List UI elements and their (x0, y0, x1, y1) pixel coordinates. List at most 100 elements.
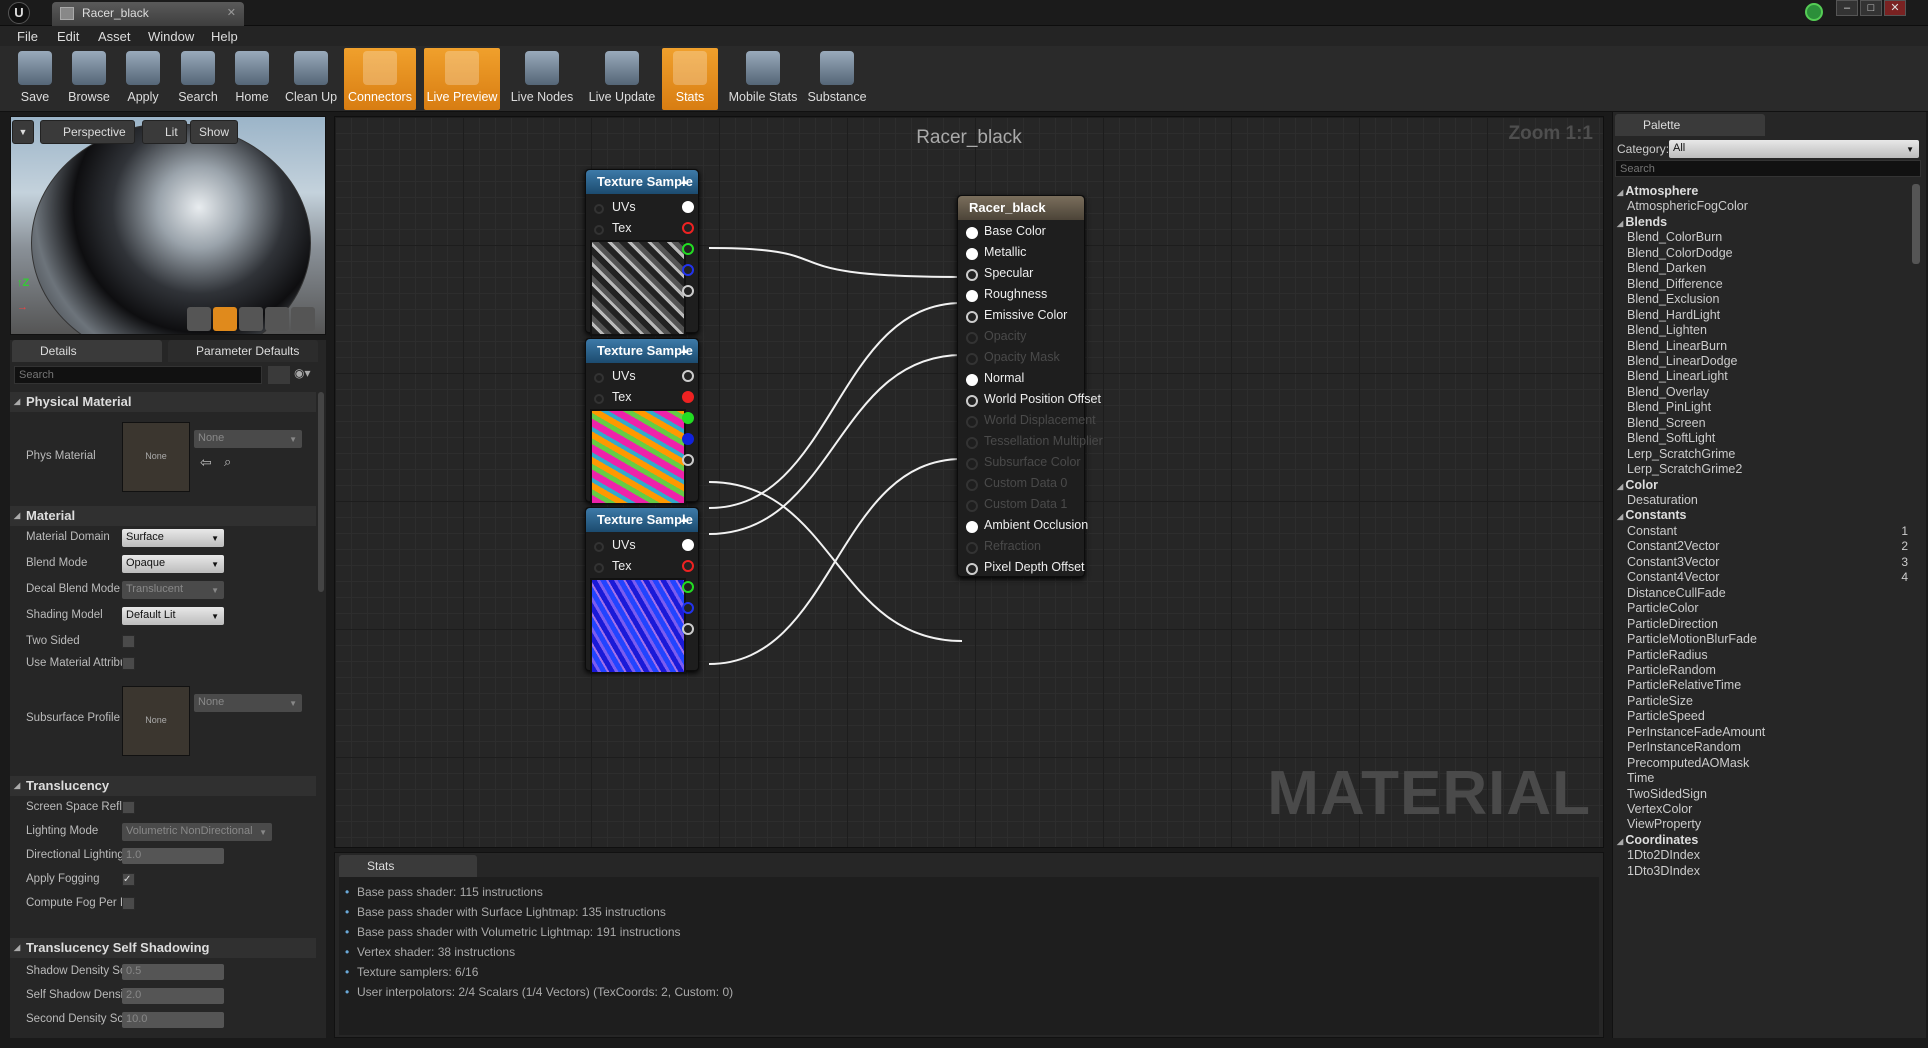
collapse-icon[interactable]: ▲ (679, 170, 689, 194)
palette-item[interactable]: Constant3Vector (1627, 555, 1719, 569)
property-combo[interactable]: Surface (122, 529, 224, 547)
property-checkbox[interactable] (122, 801, 135, 814)
palette-item[interactable]: Blend_Difference (1627, 277, 1723, 291)
numeric-input[interactable]: 10.0 (122, 1012, 224, 1028)
details-scrollbar[interactable] (318, 392, 324, 592)
palette-item[interactable]: Constant (1627, 524, 1677, 538)
tab-palette[interactable]: Palette (1615, 114, 1765, 136)
palette-item[interactable]: Blend_LinearLight (1627, 369, 1728, 383)
collapse-icon[interactable]: ▲ (679, 508, 689, 532)
browse-magnifier-icon[interactable]: ⌕ (224, 454, 231, 470)
toolbar-home-button[interactable]: Home (228, 48, 276, 110)
toolbar-mobile-stats-button[interactable]: Mobile Stats (724, 48, 802, 110)
palette-item[interactable]: ParticleRelativeTime (1627, 678, 1741, 692)
result-node-header[interactable]: Racer_black (958, 196, 1084, 220)
uvs-input-pin[interactable] (594, 204, 604, 214)
output-pin-b[interactable] (682, 433, 694, 445)
node-header[interactable]: Texture Sample ▲ (586, 339, 698, 363)
section-physical-material[interactable]: Physical Material (10, 392, 316, 412)
palette-item[interactable]: Constant2Vector (1627, 539, 1719, 553)
output-pin-rgb[interactable] (682, 201, 694, 213)
viewport-menu-button[interactable]: ▼ (12, 120, 34, 144)
section-translucency[interactable]: Translucency (10, 776, 316, 796)
output-pin-r[interactable] (682, 560, 694, 572)
result-input-pin[interactable] (966, 395, 978, 407)
palette-item[interactable]: Lerp_ScratchGrime (1627, 447, 1735, 461)
wire-ambient-occlusion[interactable] (708, 481, 963, 642)
collapse-icon[interactable]: ▲ (679, 339, 689, 363)
palette-category[interactable]: Blends (1617, 215, 1667, 229)
palette-item[interactable]: Blend_LinearDodge (1627, 354, 1738, 368)
toolbar-save-button[interactable]: Save (12, 48, 58, 110)
property-checkbox[interactable] (122, 897, 135, 910)
output-pin-g[interactable] (682, 412, 694, 424)
texture-sample-node[interactable]: Texture Sample ▲ UVs Tex (585, 338, 699, 505)
maximize-button[interactable]: □ (1860, 0, 1882, 16)
palette-category[interactable]: Atmosphere (1617, 184, 1698, 198)
palette-item[interactable]: ParticleRandom (1627, 663, 1716, 677)
palette-item[interactable]: VertexColor (1627, 802, 1692, 816)
toolbar-connectors-button[interactable]: Connectors (344, 48, 416, 110)
palette-item[interactable]: Blend_Darken (1627, 261, 1706, 275)
property-matrix-button[interactable] (268, 366, 290, 384)
texture-sample-node[interactable]: Texture Sample ▲ UVs Tex (585, 507, 699, 674)
wire-roughness[interactable] (708, 354, 963, 535)
palette-item[interactable]: PrecomputedAOMask (1627, 756, 1749, 770)
output-pin-g[interactable] (682, 581, 694, 593)
minimize-button[interactable]: – (1836, 0, 1858, 16)
material-graph[interactable]: Racer_black Zoom 1:1 MATERIAL Texture Sa… (334, 116, 1604, 848)
close-tab-icon[interactable]: ✕ (227, 6, 236, 19)
output-pin-rgb[interactable] (682, 370, 694, 382)
property-checkbox[interactable] (122, 635, 135, 648)
menu-file[interactable]: File (17, 29, 38, 44)
show-button[interactable]: Show (190, 120, 239, 144)
output-pin-a[interactable] (682, 623, 694, 635)
property-checkbox[interactable]: ✓ (122, 873, 135, 886)
output-pin-b[interactable] (682, 264, 694, 276)
palette-item[interactable]: Blend_PinLight (1627, 400, 1711, 414)
palette-item[interactable]: Blend_Screen (1627, 416, 1706, 430)
menu-asset[interactable]: Asset (98, 29, 131, 44)
subsurface-profile-combo[interactable]: None (194, 694, 302, 712)
palette-category[interactable]: Coordinates (1617, 833, 1698, 847)
palette-item[interactable]: ParticleRadius (1627, 648, 1708, 662)
phys-material-thumbnail[interactable]: None (122, 422, 190, 492)
toolbar-live-update-button[interactable]: Live Update (584, 48, 660, 110)
close-window-button[interactable]: ✕ (1884, 0, 1906, 16)
palette-item[interactable]: 1Dto3DIndex (1627, 864, 1700, 878)
result-input-pin[interactable] (966, 311, 978, 323)
tex-input-pin[interactable] (594, 394, 604, 404)
output-pin-r[interactable] (682, 222, 694, 234)
view-options-eye-icon[interactable]: ◉▾ (294, 366, 318, 384)
tab-parameter-defaults[interactable]: Parameter Defaults (168, 340, 318, 362)
lighting-mode-combo[interactable]: Volumetric NonDirectional (122, 823, 272, 841)
palette-item[interactable]: ParticleColor (1627, 601, 1699, 615)
result-input-pin[interactable] (966, 227, 978, 239)
palette-item[interactable]: DistanceCullFade (1627, 586, 1726, 600)
result-input-pin[interactable] (966, 332, 978, 344)
result-input-pin[interactable] (966, 353, 978, 365)
uvs-input-pin[interactable] (594, 373, 604, 383)
palette-item[interactable]: Constant4Vector (1627, 570, 1719, 584)
palette-item[interactable]: Blend_LinearBurn (1627, 339, 1727, 353)
toolbar-stats-button[interactable]: Stats (662, 48, 718, 110)
toolbar-search-button[interactable]: Search (172, 48, 224, 110)
toolbar-live-preview-button[interactable]: Live Preview (424, 48, 500, 110)
texture-sample-node[interactable]: Texture Sample ▲ UVs Tex (585, 169, 699, 336)
palette-item[interactable]: ParticleMotionBlurFade (1627, 632, 1757, 646)
tab-stats[interactable]: Stats (339, 855, 477, 877)
wire-basecolor[interactable] (708, 247, 963, 278)
property-combo[interactable]: Default Lit (122, 607, 224, 625)
category-select[interactable]: All (1669, 140, 1919, 158)
numeric-input[interactable]: 0.5 (122, 964, 224, 980)
section-material[interactable]: Material (10, 506, 316, 526)
tab-details[interactable]: Details (12, 340, 162, 362)
unreal-logo-icon[interactable]: U (8, 2, 30, 24)
result-input-pin[interactable] (966, 542, 978, 554)
phys-material-combo[interactable]: None (194, 430, 302, 448)
palette-item[interactable]: ParticleSize (1627, 694, 1693, 708)
result-input-pin[interactable] (966, 458, 978, 470)
node-header[interactable]: Texture Sample ▲ (586, 508, 698, 532)
custom-mesh-preview-button[interactable] (291, 307, 315, 331)
sphere-preview-button[interactable] (213, 307, 237, 331)
